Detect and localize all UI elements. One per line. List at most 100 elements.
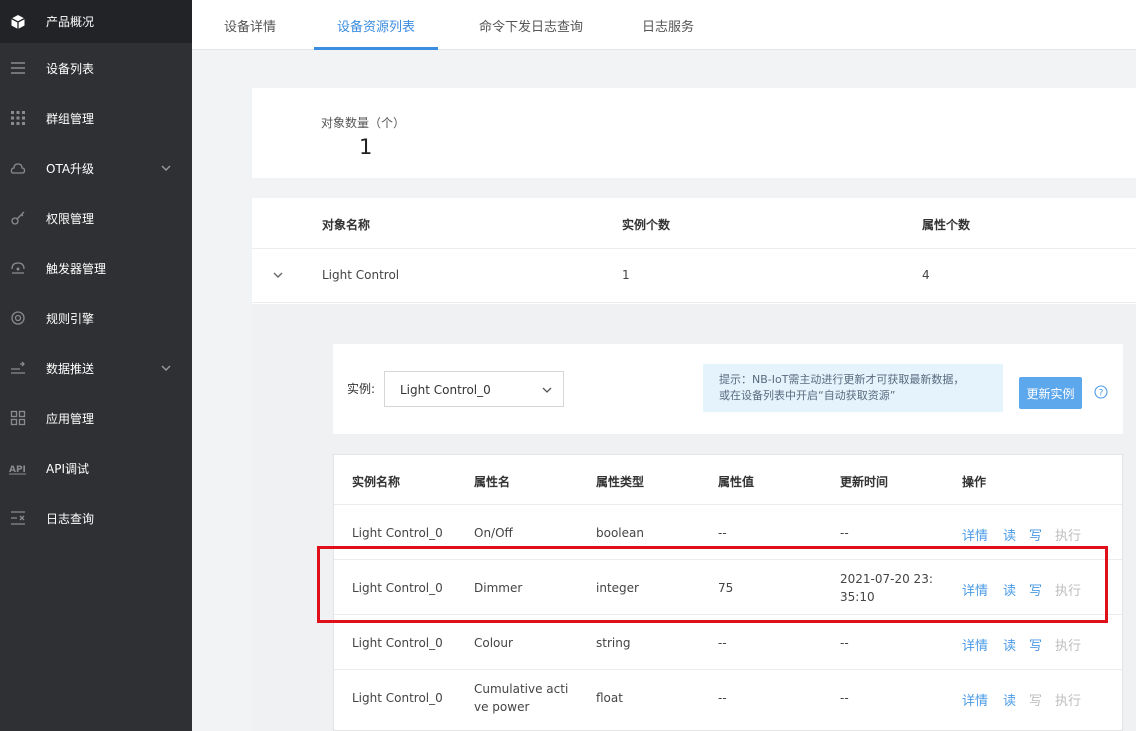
instance-count: 1 bbox=[622, 268, 630, 282]
attribute-type-cell: string bbox=[596, 636, 631, 650]
instance-name-cell: Light Control_0 bbox=[352, 691, 443, 705]
sidebar-item-group-management[interactable]: 群组管理 bbox=[0, 96, 192, 140]
instance-label: 实例: bbox=[347, 382, 376, 396]
tip-line: 或在设备列表中开启“自动获取资源” bbox=[719, 389, 896, 402]
grid-dots-icon bbox=[9, 109, 27, 127]
tab-command-log-query[interactable]: 命令下发日志查询 bbox=[464, 0, 598, 50]
tab-device-details[interactable]: 设备详情 bbox=[212, 0, 288, 50]
sidebar-item-device-list[interactable]: 设备列表 bbox=[0, 46, 192, 90]
sidebar-item-label: 规则引擎 bbox=[46, 311, 95, 326]
key-icon bbox=[9, 209, 27, 227]
column-header: 属性个数 bbox=[922, 218, 971, 232]
list-icon bbox=[9, 59, 27, 77]
detail-link[interactable]: 详情 bbox=[962, 525, 988, 544]
sidebar-item-log-query[interactable]: 日志查询 bbox=[0, 496, 192, 540]
update-time-cell: -- bbox=[840, 636, 849, 650]
execute-link: 执行 bbox=[1055, 694, 1082, 709]
tip-box: 提示：NB-IoT需主动进行更新才可获取最新数据， 或在设备列表中开启“自动获取… bbox=[703, 364, 1003, 412]
read-link[interactable]: 读 bbox=[1003, 525, 1016, 544]
attribute-name-cell: ve power bbox=[474, 700, 530, 714]
help-icon[interactable]: ? bbox=[1094, 385, 1108, 399]
sidebar-item-data-push[interactable]: 数据推送 bbox=[0, 346, 192, 390]
column-header: 属性值 bbox=[718, 475, 755, 489]
column-header: 属性名 bbox=[474, 475, 511, 489]
object-table-header: 对象名称 实例个数 属性个数 bbox=[252, 198, 1136, 249]
table-row: Light Control_0 Colour string -- -- 详情 读… bbox=[334, 615, 1122, 670]
chevron-down-icon bbox=[542, 387, 552, 393]
chevron-down-icon bbox=[161, 365, 171, 371]
column-header: 对象名称 bbox=[322, 218, 371, 232]
sidebar-item-rule-engine[interactable]: 规则引擎 bbox=[0, 296, 192, 340]
tab-device-resource-list[interactable]: 设备资源列表 bbox=[314, 0, 438, 50]
column-header: 操作 bbox=[962, 475, 987, 489]
update-instance-button[interactable]: 更新实例 bbox=[1019, 377, 1082, 409]
read-link[interactable]: 读 bbox=[1003, 635, 1016, 654]
attribute-type-cell: boolean bbox=[596, 526, 644, 540]
active-tab-indicator bbox=[314, 47, 438, 50]
sidebar-item-label: API调试 bbox=[46, 461, 89, 476]
table-row[interactable]: Light Control 1 4 bbox=[252, 249, 1136, 303]
sidebar-item-ota-upgrade[interactable]: OTA升级 bbox=[0, 146, 192, 190]
tab-bar: 设备详情 设备资源列表 命令下发日志查询 日志服务 bbox=[192, 0, 1136, 50]
execute-link: 执行 bbox=[1055, 529, 1082, 544]
sidebar-item-label: 权限管理 bbox=[46, 211, 95, 226]
sidebar-item-label: 数据推送 bbox=[46, 361, 95, 376]
sidebar-item-label: 应用管理 bbox=[46, 411, 95, 426]
highlight-box bbox=[317, 546, 1108, 623]
instance-name-cell: Light Control_0 bbox=[352, 526, 443, 540]
sidebar-item-label: OTA升级 bbox=[46, 161, 95, 176]
attribute-value-cell: -- bbox=[718, 636, 727, 650]
log-icon bbox=[9, 509, 27, 527]
cloud-upgrade-icon bbox=[9, 159, 27, 177]
tab-log-service[interactable]: 日志服务 bbox=[632, 0, 704, 50]
object-count-value: 1 bbox=[359, 135, 373, 159]
sidebar-item-app-management[interactable]: 应用管理 bbox=[0, 396, 192, 440]
sidebar-item-label: 产品概况 bbox=[46, 15, 95, 29]
column-header: 更新时间 bbox=[840, 475, 889, 489]
column-header: 属性类型 bbox=[596, 475, 645, 489]
trigger-icon bbox=[9, 259, 27, 277]
sidebar-item-label: 触发器管理 bbox=[46, 261, 107, 276]
read-link[interactable]: 读 bbox=[1003, 690, 1016, 709]
write-link: 写 bbox=[1029, 694, 1043, 709]
engine-icon bbox=[9, 309, 27, 327]
object-count-label: 对象数量（个） bbox=[321, 116, 406, 130]
update-time-cell: -- bbox=[840, 526, 849, 540]
api-icon: API bbox=[9, 459, 27, 477]
sidebar-item-api-debug[interactable]: API API调试 bbox=[0, 446, 192, 490]
sidebar-item-trigger-management[interactable]: 触发器管理 bbox=[0, 246, 192, 290]
instance-select-value: Light Control_0 bbox=[400, 383, 491, 397]
instance-name-cell: Light Control_0 bbox=[352, 636, 443, 650]
sidebar-item-label: 群组管理 bbox=[46, 111, 95, 126]
attribute-value-cell: -- bbox=[718, 691, 727, 705]
write-link[interactable]: 写 bbox=[1029, 525, 1042, 544]
chevron-down-icon bbox=[161, 165, 171, 171]
instance-bar: 实例: Light Control_0 提示：NB-IoT需主动进行更新才可获取… bbox=[333, 344, 1123, 434]
sidebar-item-permission-management[interactable]: 权限管理 bbox=[0, 196, 192, 240]
push-icon bbox=[9, 359, 27, 377]
instance-select[interactable]: Light Control_0 bbox=[384, 371, 564, 407]
attribute-name-cell: On/Off bbox=[474, 526, 513, 540]
sidebar: 产品概况 设备列表 群组管理 OTA升级 权限管理 触发器管理 规则引擎 数据推… bbox=[0, 0, 192, 731]
attribute-name-cell: Cumulative acti bbox=[474, 682, 569, 696]
sidebar-item-product-overview[interactable]: 产品概况 bbox=[0, 0, 192, 43]
detail-link[interactable]: 详情 bbox=[962, 690, 988, 709]
column-header: 实例名称 bbox=[352, 475, 401, 489]
execute-link: 执行 bbox=[1055, 639, 1082, 654]
detail-link[interactable]: 详情 bbox=[962, 635, 988, 654]
table-row: Light Control_0 Cumulative acti ve power… bbox=[334, 670, 1122, 725]
object-count-card: 对象数量（个） 1 bbox=[252, 88, 1136, 178]
attribute-table-header: 实例名称 属性名 属性类型 属性值 更新时间 操作 bbox=[334, 455, 1122, 505]
apps-icon bbox=[9, 409, 27, 427]
sidebar-item-label: 日志查询 bbox=[46, 511, 95, 526]
sidebar-item-label: 设备列表 bbox=[46, 61, 95, 76]
write-link[interactable]: 写 bbox=[1029, 635, 1042, 654]
tip-line: 提示：NB-IoT需主动进行更新才可获取最新数据， bbox=[719, 373, 965, 386]
attribute-name-cell: Colour bbox=[474, 636, 513, 650]
attribute-type-cell: float bbox=[596, 691, 623, 705]
chevron-down-icon[interactable] bbox=[272, 269, 284, 281]
attribute-count: 4 bbox=[922, 268, 930, 282]
update-time-cell: -- bbox=[840, 691, 849, 705]
attribute-value-cell: -- bbox=[718, 526, 727, 540]
svg-text:?: ? bbox=[1099, 389, 1104, 399]
